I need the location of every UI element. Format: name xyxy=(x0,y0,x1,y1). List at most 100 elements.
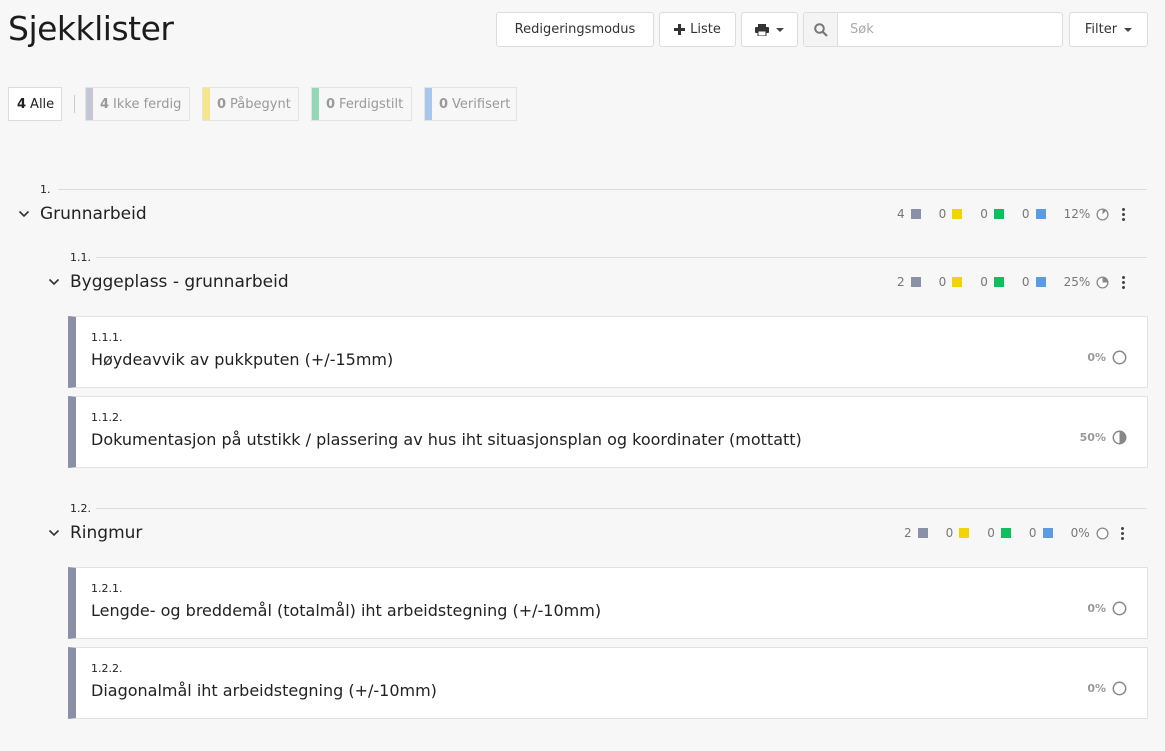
status-stripe xyxy=(312,88,319,120)
stat-done: 0 xyxy=(987,526,1011,540)
add-list-label: Liste xyxy=(690,22,721,37)
group-header[interactable]: Ringmur xyxy=(48,522,142,544)
group-number: 1.2. xyxy=(70,502,91,515)
edit-mode-button[interactable]: Redigeringsmodus xyxy=(496,12,654,47)
group-stats: 2 0 0 0 0% xyxy=(904,526,1125,540)
group-title: Ringmur xyxy=(70,523,143,543)
status-stripe xyxy=(425,88,432,120)
filter-not-done[interactable]: 4 Ikke ferdig xyxy=(85,87,190,121)
stat-started: 0 xyxy=(946,526,970,540)
progress: 0% xyxy=(1071,526,1109,540)
filter-count: 0 xyxy=(439,96,449,112)
stat-not-done: 4 xyxy=(897,207,921,221)
item-number: 1.1.2. xyxy=(91,411,123,424)
group-header[interactable]: Byggeplass - grunnarbeid xyxy=(48,271,289,293)
filter-count: 0 xyxy=(326,96,336,112)
progress-percent: 0% xyxy=(1087,602,1106,615)
stat-started: 0 xyxy=(939,275,963,289)
progress-pie-icon xyxy=(1112,681,1127,696)
checklist-item[interactable]: 1.2.1. Lengde- og breddemål (totalmål) i… xyxy=(68,567,1148,639)
item-title: Høydeavvik av pukkputen (+/-15mm) xyxy=(91,350,394,369)
item-progress: 0% xyxy=(1087,350,1127,365)
filter-count: 4 xyxy=(17,96,27,112)
print-button[interactable] xyxy=(741,12,798,47)
item-title: Dokumentasjon på utstikk / plassering av… xyxy=(91,430,802,449)
item-progress: 0% xyxy=(1087,681,1127,696)
more-menu-icon[interactable] xyxy=(1121,526,1125,540)
filter-label: Ferdigstilt xyxy=(339,96,404,112)
item-progress: 0% xyxy=(1087,601,1127,616)
item-progress: 50% xyxy=(1080,430,1127,445)
progress-pie-icon xyxy=(1112,350,1127,365)
group-title: Byggeplass - grunnarbeid xyxy=(70,272,289,292)
filter-count: 4 xyxy=(100,96,110,112)
filter-button[interactable]: Filter xyxy=(1069,12,1148,47)
more-menu-icon[interactable] xyxy=(1121,207,1125,221)
divider xyxy=(58,189,1147,190)
group-stats: 2 0 0 0 25% xyxy=(897,275,1125,289)
print-icon xyxy=(755,23,769,36)
filter-label: Filter xyxy=(1084,22,1118,37)
group-header[interactable]: Grunnarbeid xyxy=(18,203,147,225)
progress-percent: 25% xyxy=(1063,275,1091,289)
checklist-item[interactable]: 1.1.1. Høydeavvik av pukkputen (+/-15mm)… xyxy=(68,316,1148,388)
filter-done[interactable]: 0 Ferdigstilt xyxy=(311,87,412,121)
stat-done: 0 xyxy=(980,275,1004,289)
progress: 25% xyxy=(1064,275,1110,289)
more-menu-icon[interactable] xyxy=(1121,275,1125,289)
search-icon xyxy=(804,13,838,46)
item-number: 1.2.1. xyxy=(91,582,123,595)
chevron-down-icon xyxy=(776,27,784,32)
progress-pie-icon xyxy=(1112,430,1127,445)
progress: 12% xyxy=(1064,207,1110,221)
filter-verified[interactable]: 0 Verifisert xyxy=(424,87,517,121)
progress-percent: 12% xyxy=(1063,207,1091,221)
status-stripe xyxy=(203,88,210,120)
stat-done: 0 xyxy=(980,207,1004,221)
progress-pie-icon xyxy=(1096,275,1109,289)
item-title: Lengde- og breddemål (totalmål) iht arbe… xyxy=(91,601,602,620)
filter-label: Verifisert xyxy=(452,96,511,112)
chevron-down-icon xyxy=(48,529,60,537)
add-list-button[interactable]: Liste xyxy=(659,12,736,47)
group-stats: 4 0 0 0 12% xyxy=(897,207,1125,221)
edit-mode-label: Redigeringsmodus xyxy=(514,22,636,37)
progress-percent: 0% xyxy=(1087,682,1106,695)
progress-pie-icon xyxy=(1096,207,1109,221)
progress-percent: 50% xyxy=(1079,431,1106,444)
status-stripe xyxy=(86,88,93,120)
filter-count: 0 xyxy=(217,96,227,112)
chevron-down-icon xyxy=(18,210,30,218)
filter-all[interactable]: 4 Alle xyxy=(8,87,62,121)
progress-percent: 0% xyxy=(1087,351,1106,364)
filter-label: Påbegynt xyxy=(230,96,291,112)
checklist-item[interactable]: 1.2.2. Diagonalmål iht arbeidstegning (+… xyxy=(68,647,1148,719)
checklist-item[interactable]: 1.1.2. Dokumentasjon på utstikk / plasse… xyxy=(68,396,1148,468)
divider xyxy=(96,508,1147,509)
chevron-down-icon xyxy=(1124,27,1133,32)
stat-verified: 0 xyxy=(1029,526,1053,540)
group-number: 1. xyxy=(40,183,51,196)
filter-label: Ikke ferdig xyxy=(113,96,182,112)
search-box xyxy=(803,12,1063,47)
stat-verified: 0 xyxy=(1022,207,1046,221)
stat-started: 0 xyxy=(939,207,963,221)
item-title: Diagonalmål iht arbeidstegning (+/-10mm) xyxy=(91,681,437,700)
chevron-down-icon xyxy=(48,278,60,286)
stat-verified: 0 xyxy=(1022,275,1046,289)
progress-percent: 0% xyxy=(1070,526,1090,540)
stat-not-done: 2 xyxy=(897,275,921,289)
progress-pie-icon xyxy=(1112,601,1127,616)
filter-label: Alle xyxy=(30,96,55,112)
stat-not-done: 2 xyxy=(904,526,928,540)
plus-icon xyxy=(674,24,686,35)
search-input[interactable] xyxy=(838,13,1062,46)
filter-started[interactable]: 0 Påbegynt xyxy=(202,87,299,121)
divider xyxy=(96,257,1147,258)
group-title: Grunnarbeid xyxy=(40,204,147,224)
group-number: 1.1. xyxy=(70,251,91,264)
divider xyxy=(74,95,75,113)
item-number: 1.1.1. xyxy=(91,331,123,344)
item-number: 1.2.2. xyxy=(91,662,123,675)
page-title: Sjekklister xyxy=(8,9,174,48)
